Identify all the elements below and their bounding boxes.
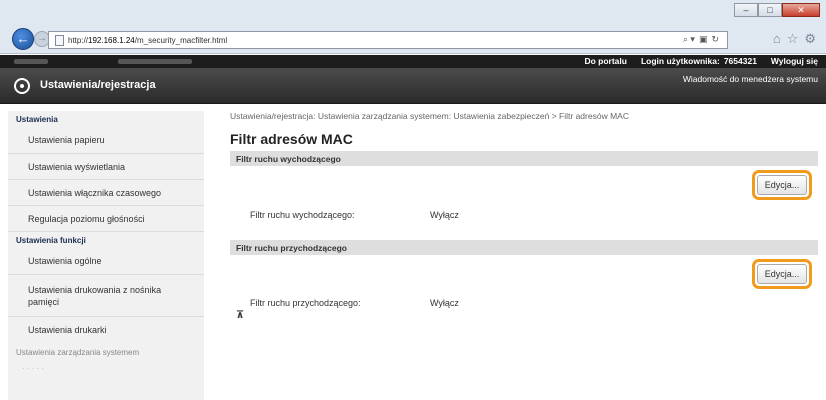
top-links: Do portalu Login użytkownika: 7654321 Wyl… [584,56,818,66]
sidebar: Ustawienia Ustawienia papieru Ustawienia… [8,111,204,400]
back-arrow-icon[interactable]: ← [12,28,34,50]
address-tools: ⌕ ▾ ▣ ↻ [683,34,719,45]
url-prefix: http:// [68,35,89,45]
breadcrumb: Ustawienia/rejestracja: Ustawienia zarzą… [230,111,629,121]
redacted-device-name [14,59,48,64]
sidebar-section-system[interactable]: Ustawienia zarządzania systemem [8,342,204,363]
minimize-button[interactable]: – [734,3,758,17]
url-text: http://192.168.1.24/m_security_macfilter… [68,36,227,45]
sidebar-section-settings: Ustawienia [16,115,58,124]
home-icon[interactable]: ⌂ [773,31,781,47]
incoming-filter-value: Wyłącz [430,298,459,308]
browser-chrome: – □ ✕ ← → http://192.168.1.24/m_security… [0,0,826,54]
incoming-filter-section: Filtr ruchu przychodzącego Edycja... Fil… [230,240,818,325]
outgoing-filter-heading: Filtr ruchu wychodzącego [230,151,818,166]
scroll-to-top-icon[interactable]: ⊼ [236,310,244,321]
sidebar-item-printer[interactable]: Ustawienia drukarki [8,316,204,342]
sidebar-item-volume[interactable]: Regulacja poziomu głośności [8,205,204,231]
compat-icon[interactable]: ▣ [699,34,708,45]
star-icon[interactable]: ☆ [787,31,799,47]
incoming-filter-body: Edycja... Filtr ruchu przychodzącego: Wy… [230,255,818,325]
url-host: 192.168.1.24 [88,35,135,45]
login-info: Login użytkownika: 7654321 [641,56,757,66]
close-button[interactable]: ✕ [782,3,820,17]
search-icon[interactable]: ⌕ ▾ [683,34,695,45]
page-title: Filtr adresów MAC [230,131,353,147]
browser-nav-icons: ⌂ ☆ ⚙ [773,31,816,47]
edit-incoming-button[interactable]: Edycja... [757,264,807,284]
outgoing-filter-body: Edycja... Filtr ruchu wychodzącego: Wyłą… [230,166,818,236]
refresh-icon[interactable]: ↻ [711,34,719,45]
sidebar-faded-text: · · · · · [22,364,45,373]
main-content: Ustawienia/rejestracja: Ustawienia zarzą… [230,111,818,325]
portal-link[interactable]: Do portalu [584,56,627,66]
edit-outgoing-button[interactable]: Edycja... [757,175,807,195]
gear-icon[interactable]: ⚙ [804,31,816,47]
maximize-button[interactable]: □ [758,3,782,17]
login-label: Login użytkownika: [640,56,720,66]
outgoing-filter-section: Filtr ruchu wychodzącego Edycja... Filtr… [230,151,818,236]
sidebar-section-functions: Ustawienia funkcji [8,231,204,248]
header-bar: Ustawienia/rejestracja Wiadomość do mene… [0,68,826,104]
top-bar: Do portalu Login użytkownika: 7654321 Wyl… [0,55,826,68]
url-path: /m_security_macfilter.html [134,35,228,45]
outgoing-filter-value: Wyłącz [430,210,459,220]
message-to-admin-link[interactable]: Wiadomość do menedżera systemu [683,74,818,84]
address-bar[interactable]: http://192.168.1.24/m_security_macfilter… [48,31,728,49]
settings-icon [14,78,30,94]
sidebar-item-paper[interactable]: Ustawienia papieru [8,127,204,153]
redacted-device-model [118,59,192,64]
sidebar-item-general[interactable]: Ustawienia ogólne [8,248,204,274]
logout-link[interactable]: Wyloguj się [771,56,818,66]
incoming-filter-heading: Filtr ruchu przychodzącego [230,240,818,255]
page-icon [55,34,64,46]
outgoing-filter-label: Filtr ruchu wychodzącego: [250,210,355,220]
sidebar-item-memory-print[interactable]: Ustawienia drukowania z nośnika pamięci [8,274,204,316]
sidebar-item-display[interactable]: Ustawienia wyświetlania [8,153,204,179]
window-controls: – □ ✕ [734,3,820,17]
app-title: Ustawienia/rejestracja [40,79,156,91]
incoming-filter-label: Filtr ruchu przychodzącego: [250,298,361,308]
sidebar-item-timer[interactable]: Ustawienia włącznika czasowego [8,179,204,205]
login-value: 7654321 [723,56,757,66]
